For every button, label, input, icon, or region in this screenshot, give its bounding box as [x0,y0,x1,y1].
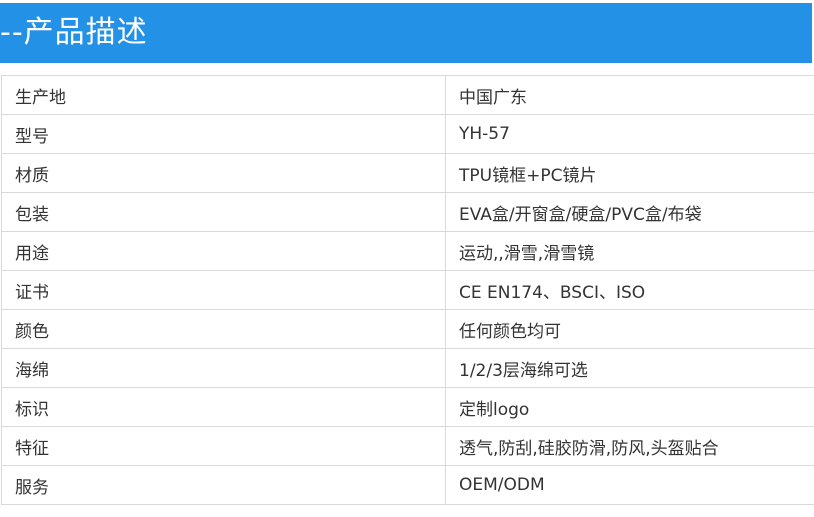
spec-label: 型号 [1,114,446,154]
table-row: 标识 定制logo [1,387,814,427]
table-row: 用途 运动,,滑雪,滑雪镜 [1,231,814,271]
table-row: 材质 TPU镜框+PC镜片 [1,153,814,193]
spec-label: 特征 [1,426,446,466]
spec-value: 透气,防刮,硅胶防滑,防风,头盔贴合 [445,426,814,466]
spec-label: 服务 [1,465,446,505]
spec-value: EVA盒/开窗盒/硬盒/PVC盒/布袋 [445,192,814,232]
spec-label: 材质 [1,153,446,193]
table-row: 包装 EVA盒/开窗盒/硬盒/PVC盒/布袋 [1,192,814,232]
table-row: 证书 CE EN174、BSCI、ISO [1,270,814,310]
spec-value: 任何颜色均可 [445,309,814,349]
table-row: 海绵 1/2/3层海绵可选 [1,348,814,388]
table-row: 生产地 中国广东 [1,75,814,115]
spec-value: YH-57 [445,114,814,154]
table-row: 颜色 任何颜色均可 [1,309,814,349]
spec-label: 用途 [1,231,446,271]
product-spec-table: 生产地 中国广东 型号 YH-57 材质 TPU镜框+PC镜片 包装 EVA盒/… [1,75,814,505]
spec-label: 证书 [1,270,446,310]
spec-value: 1/2/3层海绵可选 [445,348,814,388]
table-row: 型号 YH-57 [1,114,814,154]
spec-label: 海绵 [1,348,446,388]
spec-label: 包装 [1,192,446,232]
spec-value: TPU镜框+PC镜片 [445,153,814,193]
spec-value: 定制logo [445,387,814,427]
section-header: --产品描述 [0,3,812,63]
spec-value: CE EN174、BSCI、ISO [445,270,814,310]
table-row: 服务 OEM/ODM [1,465,814,505]
spec-label: 标识 [1,387,446,427]
spec-label: 生产地 [1,75,446,115]
table-row: 特征 透气,防刮,硅胶防滑,防风,头盔贴合 [1,426,814,466]
section-title: --产品描述 [0,15,148,50]
spec-value: OEM/ODM [445,465,814,505]
spec-value: 中国广东 [445,75,814,115]
spec-label: 颜色 [1,309,446,349]
spec-value: 运动,,滑雪,滑雪镜 [445,231,814,271]
